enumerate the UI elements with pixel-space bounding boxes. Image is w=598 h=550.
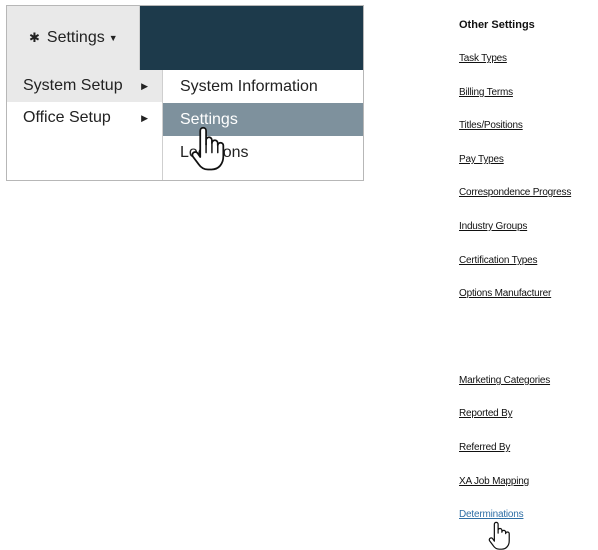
link-xa-job-mapping[interactable]: XA Job Mapping: [459, 476, 529, 487]
menu-item-label: System Setup: [23, 77, 123, 94]
settings-menu-panel: ✱ Settings ▼ System Setup ▶ Office Setup…: [6, 5, 364, 181]
submenu-level1: System Setup ▶ Office Setup ▶: [7, 70, 162, 134]
link-pay-types[interactable]: Pay Types: [459, 154, 504, 165]
link-billing-terms[interactable]: Billing Terms: [459, 87, 513, 98]
menu-item-system-setup[interactable]: System Setup ▶: [7, 70, 162, 102]
menu-item-system-information[interactable]: System Information: [163, 70, 363, 103]
other-settings-panel: Other Settings Task Types Billing Terms …: [459, 0, 598, 550]
link-marketing-categories[interactable]: Marketing Categories: [459, 375, 550, 386]
link-options-manufacturer[interactable]: Options Manufacturer: [459, 288, 551, 299]
menu-item-label: System Information: [180, 77, 318, 95]
submenu-level2: System Information Settings Locations: [162, 70, 363, 180]
caret-down-icon: ▼: [108, 33, 118, 43]
link-certification-types[interactable]: Certification Types: [459, 255, 537, 266]
link-industry-groups[interactable]: Industry Groups: [459, 221, 527, 232]
link-task-types[interactable]: Task Types: [459, 53, 507, 64]
menu-item-locations[interactable]: Locations: [163, 136, 363, 169]
gear-icon: ✱: [29, 30, 40, 45]
link-referred-by[interactable]: Referred By: [459, 442, 510, 453]
link-reported-by[interactable]: Reported By: [459, 408, 513, 419]
settings-menu-button[interactable]: ✱ Settings ▼: [7, 6, 140, 70]
link-determinations[interactable]: Determinations: [459, 509, 524, 520]
caret-right-icon: ▶: [141, 112, 148, 123]
link-titles-positions[interactable]: Titles/Positions: [459, 120, 523, 131]
caret-right-icon: ▶: [141, 80, 148, 91]
menu-item-label: Settings: [180, 110, 238, 128]
other-settings-title: Other Settings: [459, 19, 535, 31]
link-correspondence-progress[interactable]: Correspondence Progress: [459, 187, 571, 198]
menu-item-settings[interactable]: Settings: [163, 103, 363, 136]
menu-item-label: Office Setup: [23, 109, 111, 126]
settings-menu-label: Settings: [46, 29, 105, 46]
menu-item-office-setup[interactable]: Office Setup ▶: [7, 102, 162, 134]
stage: ✱ Settings ▼ System Setup ▶ Office Setup…: [0, 0, 598, 550]
menu-item-label: Locations: [180, 143, 249, 161]
